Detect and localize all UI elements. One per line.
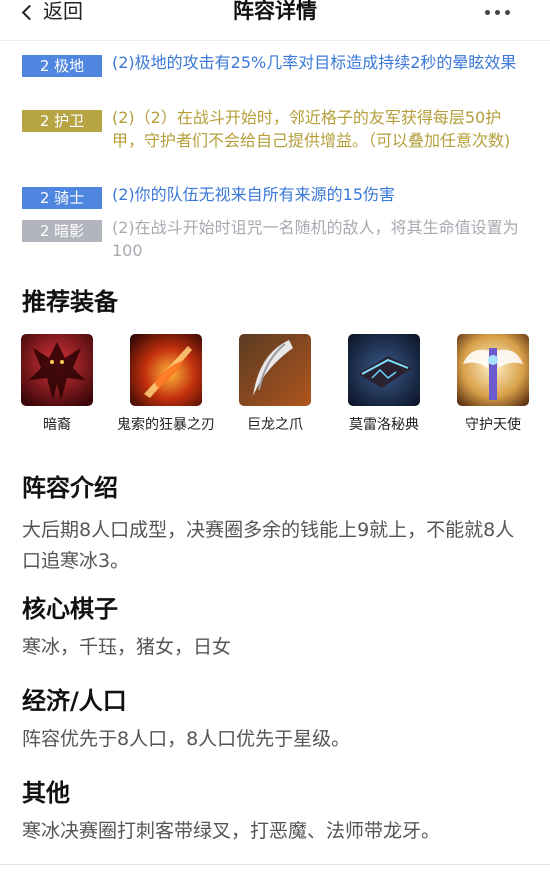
economy-section-title: 经济/人口	[22, 687, 127, 715]
equipment-item[interactable]: 暗裔	[7, 334, 107, 434]
guinsoo-rageblade-icon[interactable]	[130, 334, 202, 406]
equipment-name: 巨龙之爪	[247, 417, 303, 433]
other-section-title: 其他	[22, 779, 70, 807]
more-options-icon[interactable]	[485, 10, 510, 15]
equipment-section-title: 推荐装备	[22, 288, 118, 316]
equipment-name: 守护天使	[465, 417, 521, 433]
trait-badge: 2 骑士	[22, 187, 102, 209]
equipment-item[interactable]: 守护天使	[443, 334, 543, 434]
trait-row: 2 护卫 (2)（2）在战斗开始时，邻近格子的友军获得每层50护甲，守护者们不会…	[22, 107, 532, 152]
trait-row: 2 骑士 (2)你的队伍无视来自所有来源的15伤害	[22, 184, 532, 209]
equipment-name: 莫雷洛秘典	[349, 417, 419, 433]
darkin-icon[interactable]	[21, 334, 93, 406]
economy-text: 阵容优先于8人口，8人口优先于星级。	[22, 728, 351, 750]
morellonomicon-icon[interactable]	[348, 334, 420, 406]
dragon-claw-icon[interactable]	[239, 334, 311, 406]
equipment-item[interactable]: 巨龙之爪	[225, 334, 325, 434]
other-text: 寒冰决赛圈打刺客带绿叉，打恶魔、法师带龙牙。	[22, 820, 441, 842]
trait-row: 2 暗影 (2)在战斗开始时诅咒一名随机的敌人，将其生命值设置为100	[22, 217, 532, 262]
intro-text: 大后期8人口成型，决赛圈多余的钱能上9就上，不能就8人口追寒冰3。	[22, 519, 515, 572]
trait-badge: 2 暗影	[22, 220, 102, 242]
trait-badge: 2 护卫	[22, 110, 102, 132]
intro-section-title: 阵容介绍	[22, 474, 118, 502]
trait-description: (2)极地的攻击有25%几率对目标造成持续2秒的晕眩效果	[112, 53, 517, 72]
trait-badge: 2 极地	[22, 55, 102, 77]
trait-description: (2)你的队伍无视来自所有来源的15伤害	[112, 185, 396, 204]
guardian-angel-icon[interactable]	[457, 334, 529, 406]
equipment-name: 暗裔	[43, 417, 71, 433]
core-section-title: 核心棋子	[22, 595, 118, 623]
nav-divider	[0, 40, 550, 41]
trait-description: (2)（2）在战斗开始时，邻近格子的友军获得每层50护甲，守护者们不会给自己提供…	[112, 108, 511, 150]
equipment-item[interactable]: 鬼索的狂暴之刃	[116, 334, 216, 434]
core-text: 寒冰，千珏，猪女，日女	[22, 636, 232, 658]
equipment-name: 鬼索的狂暴之刃	[117, 417, 215, 433]
nav-bar: 返回 阵容详情	[0, 0, 550, 40]
bottom-divider	[0, 864, 550, 865]
trait-row: 2 极地 (2)极地的攻击有25%几率对目标造成持续2秒的晕眩效果	[22, 52, 532, 77]
equipment-item[interactable]: 莫雷洛秘典	[334, 334, 434, 434]
trait-description: (2)在战斗开始时诅咒一名随机的敌人，将其生命值设置为100	[112, 218, 519, 260]
page-title: 阵容详情	[233, 0, 317, 23]
